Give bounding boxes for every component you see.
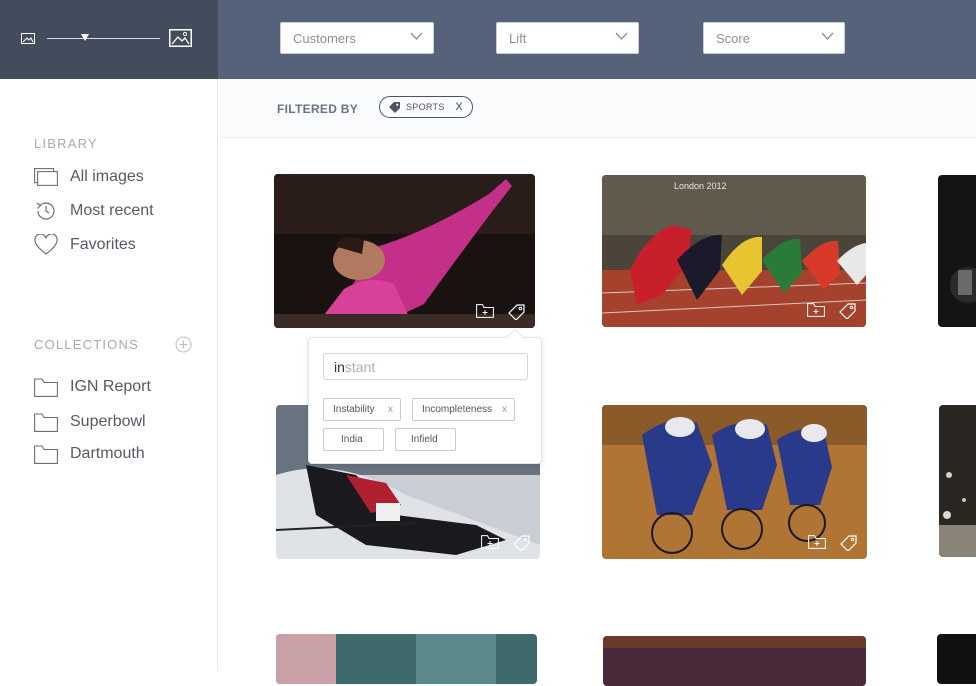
tag-chip-incompleteness[interactable]: Incompleteness x	[412, 398, 515, 421]
sidebar-item-most-recent[interactable]: Most recent	[34, 199, 154, 223]
sparkle-photo	[939, 405, 976, 557]
image-card-row3-2[interactable]	[603, 636, 866, 686]
tag-label: India	[341, 434, 363, 445]
image-card-partial-right-2[interactable]	[939, 405, 976, 557]
filter-bar: FILTERED BY SPORTS X	[219, 79, 976, 138]
sidebar-item-favorites[interactable]: Favorites	[34, 233, 136, 257]
tag-icon[interactable]	[513, 535, 530, 551]
tag-label: Infield	[411, 434, 438, 445]
score-dropdown[interactable]: Score	[703, 22, 845, 54]
heart-icon	[34, 234, 58, 255]
dark-photo	[937, 634, 976, 684]
card-actions	[481, 535, 530, 551]
tag-icon[interactable]	[508, 304, 525, 320]
typed-text: in	[334, 359, 345, 375]
tag-icon	[389, 102, 400, 113]
dropdown-value: Customers	[293, 31, 356, 46]
add-to-folder-icon[interactable]	[476, 304, 494, 318]
svg-text:London 2012: London 2012	[674, 181, 727, 191]
folder-icon	[34, 412, 58, 432]
tag-label: Instability	[333, 404, 375, 415]
image-card-row3-3[interactable]	[937, 634, 976, 684]
chevron-down-icon	[615, 32, 628, 40]
tag-chip-infield[interactable]: Infield	[395, 428, 456, 451]
sidebar: LIBRARY All images Most recent Favorites…	[0, 79, 218, 671]
library-title: LIBRARY	[34, 136, 98, 151]
history-icon	[36, 202, 55, 220]
tag-icon[interactable]	[840, 535, 857, 551]
filter-toolbar: Customers Lift Score	[218, 0, 976, 79]
large-image-icon[interactable]	[169, 29, 192, 47]
sidebar-item-label: Superbowl	[70, 413, 146, 430]
dark-photo	[938, 175, 976, 327]
sidebar-item-superbowl[interactable]: Superbowl	[34, 410, 146, 434]
sidebar-item-label: All images	[70, 168, 144, 185]
tag-chip-instability[interactable]: Instability x	[323, 398, 401, 421]
autocomplete-suggestion: stant	[344, 359, 376, 375]
small-image-icon[interactable]	[21, 33, 35, 44]
tag-chip-india[interactable]: India	[323, 428, 384, 451]
add-to-folder-icon[interactable]	[807, 303, 825, 317]
lift-dropdown[interactable]: Lift	[496, 22, 639, 54]
add-to-folder-icon[interactable]	[481, 535, 499, 549]
image-card-gymnast[interactable]	[274, 174, 535, 328]
tag-label: Incompleteness	[422, 404, 493, 415]
folder-icon	[34, 377, 58, 397]
folder-icon	[34, 444, 58, 464]
image-card-cyclists[interactable]	[602, 405, 867, 559]
tag-remove-button[interactable]: x	[388, 404, 393, 415]
dropdown-value: Score	[716, 31, 750, 46]
card-actions	[807, 303, 856, 319]
tag-remove-button[interactable]: x	[502, 404, 507, 415]
chevron-down-icon	[410, 32, 423, 40]
sidebar-item-label: Dartmouth	[70, 445, 145, 462]
images-icon	[34, 168, 58, 186]
chip-label: SPORTS	[406, 102, 445, 112]
active-filter-chip[interactable]: SPORTS X	[379, 96, 473, 118]
sidebar-item-label: Most recent	[70, 202, 154, 219]
popup-arrow	[506, 328, 524, 346]
sidebar-item-ign-report[interactable]: IGN Report	[34, 375, 151, 399]
crowd-photo	[603, 636, 866, 686]
thumbnail-size-panel	[0, 0, 218, 79]
card-actions	[808, 535, 857, 551]
card-actions	[476, 304, 525, 320]
add-collection-icon[interactable]	[175, 336, 192, 353]
teal-photo	[276, 634, 537, 684]
chevron-down-icon	[821, 32, 834, 40]
image-card-sprinters[interactable]: London 2012	[602, 175, 866, 327]
sidebar-item-all-images[interactable]: All images	[34, 165, 144, 189]
customers-dropdown[interactable]: Customers	[280, 22, 434, 54]
tag-search-input[interactable]: instant	[323, 353, 528, 380]
add-to-folder-icon[interactable]	[808, 535, 826, 549]
image-card-row3-1[interactable]	[276, 634, 537, 684]
collections-title: COLLECTIONS	[34, 337, 139, 352]
dropdown-value: Lift	[509, 31, 527, 46]
sidebar-item-dartmouth[interactable]: Dartmouth	[34, 442, 145, 466]
sidebar-item-label: Favorites	[70, 236, 136, 253]
filtered-by-label: FILTERED BY	[277, 102, 359, 116]
tag-icon[interactable]	[839, 303, 856, 319]
tag-popup: instant Instability x Incompleteness x I…	[308, 328, 542, 464]
sidebar-item-label: IGN Report	[70, 378, 151, 395]
slider-handle[interactable]	[81, 34, 90, 41]
chip-remove-button[interactable]: X	[455, 101, 463, 113]
thumbnail-size-slider[interactable]	[47, 38, 160, 39]
image-card-partial-right-1[interactable]	[938, 175, 976, 327]
